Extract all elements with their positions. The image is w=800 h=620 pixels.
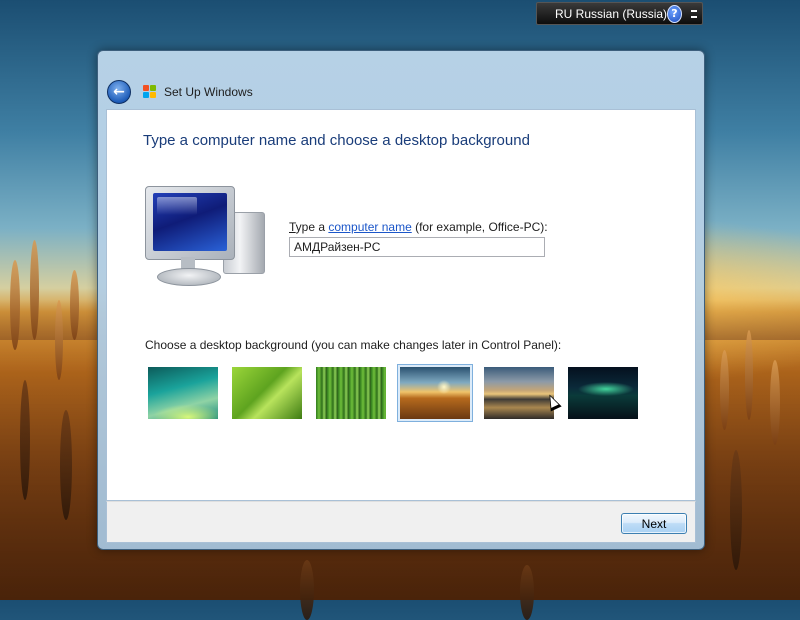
grass-stalk: [300, 560, 314, 620]
grass-stalk: [770, 360, 780, 445]
help-icon[interactable]: ?: [667, 4, 682, 23]
windows-logo-icon: [143, 85, 157, 99]
background-thumbnail-northern-lights[interactable]: [565, 364, 641, 422]
grass-stalk: [730, 450, 742, 570]
window-title: Set Up Windows: [164, 85, 253, 99]
grass-stalk: [20, 380, 30, 500]
background-thumbnail-mountain-lake[interactable]: [481, 364, 557, 422]
back-arrow-icon[interactable]: ←: [107, 80, 131, 104]
grass-stalk: [30, 240, 39, 340]
grass-stalk: [70, 270, 79, 340]
computer-icon: [141, 182, 271, 292]
grass-stalk: [520, 565, 534, 620]
grass-stalk: [720, 350, 729, 430]
background-thumbnail-bamboo[interactable]: [313, 364, 389, 422]
background-thumbnail-green-leaf[interactable]: [229, 364, 305, 422]
grass-stalk: [60, 410, 72, 520]
options-icon[interactable]: [690, 5, 698, 23]
background-thumbnail-golden-sunset-grass[interactable]: [397, 364, 473, 422]
next-button[interactable]: Next: [621, 513, 687, 534]
monitor-stand: [157, 268, 221, 286]
content-panel: Type a computer name and choose a deskto…: [106, 109, 696, 501]
footer-bar: Next: [106, 501, 696, 543]
language-bar[interactable]: RU Russian (Russia) ?: [536, 2, 703, 25]
background-label: Choose a desktop background (you can mak…: [145, 338, 562, 352]
grass-stalk: [10, 260, 20, 350]
computer-name-label: Type a computer name (for example, Offic…: [289, 220, 548, 234]
computer-name-input[interactable]: [289, 237, 545, 257]
grass-stalk: [55, 300, 63, 380]
title-bar: ← Set Up Windows: [98, 51, 704, 109]
background-thumbnail-aurora-green-wave[interactable]: [145, 364, 221, 422]
setup-window: ← Set Up Windows Type a computer name an…: [97, 50, 705, 550]
language-indicator[interactable]: RU Russian (Russia): [555, 7, 667, 21]
grass-stalk: [745, 330, 753, 420]
computer-monitor: [145, 186, 235, 260]
page-heading: Type a computer name and choose a deskto…: [143, 132, 530, 149]
computer-name-help-link[interactable]: computer name: [328, 220, 411, 234]
